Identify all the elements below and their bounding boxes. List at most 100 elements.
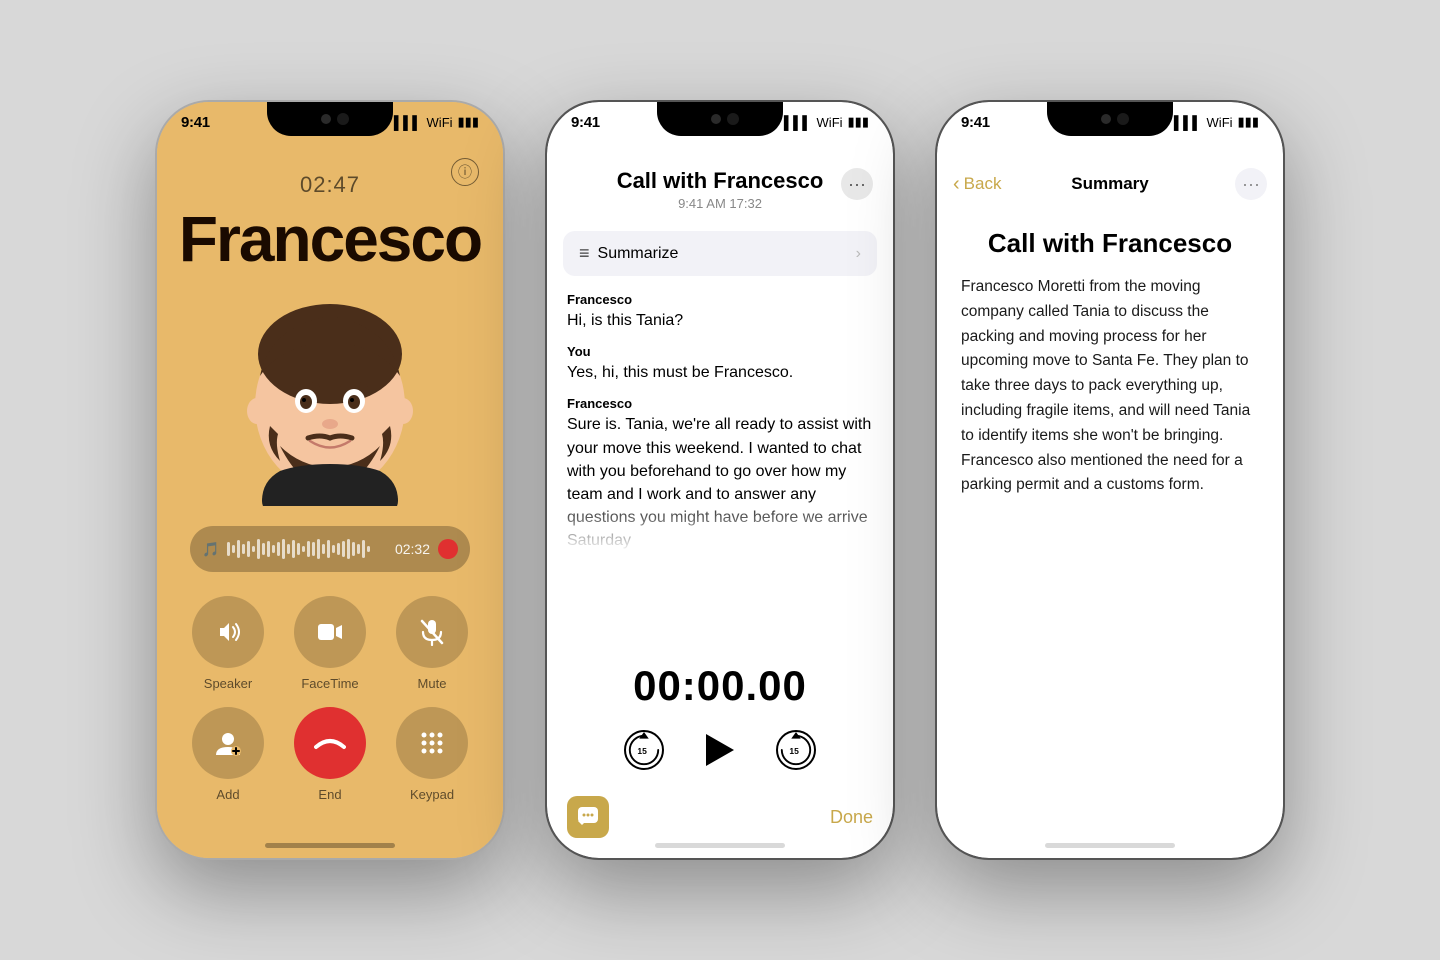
status-time-2: 9:41 <box>571 114 600 131</box>
summary-screen: 9:41 ▌▌▌ WiFi ▮▮▮ ‹ Back Summary ··· Cal… <box>937 102 1283 858</box>
svg-text:15: 15 <box>637 746 647 756</box>
message-text-1: Yes, hi, this must be Francesco. <box>567 361 873 384</box>
notch-camera-2 <box>727 113 739 125</box>
home-indicator-1 <box>265 843 395 848</box>
summarize-left: ≡ Summarize <box>579 243 678 264</box>
forward-button[interactable]: 15 <box>774 728 818 772</box>
keypad-button[interactable]: Keypad <box>396 707 468 802</box>
chevron-left-icon: ‹ <box>953 173 960 196</box>
call-buttons-row-1: Speaker FaceTime <box>192 596 468 691</box>
recording-indicator <box>438 539 458 559</box>
message-1: You Yes, hi, this must be Francesco. <box>567 344 873 384</box>
speaker-icon <box>192 596 264 668</box>
rewind-icon: 15 <box>624 730 664 770</box>
forward-icon: 15 <box>776 730 816 770</box>
summarize-label: Summarize <box>598 245 679 263</box>
message-text-0: Hi, is this Tania? <box>567 309 873 332</box>
play-button[interactable] <box>694 724 746 776</box>
keypad-icon <box>396 707 468 779</box>
notch-dot-1 <box>321 114 331 124</box>
signal-icon-2: ▌▌▌ <box>784 115 812 130</box>
signal-icon-3: ▌▌▌ <box>1174 115 1202 130</box>
battery-icon-3: ▮▮▮ <box>1238 114 1259 130</box>
battery-icon-1: ▮▮▮ <box>458 114 479 130</box>
summary-content: Call with Francesco Francesco Moretti fr… <box>937 212 1283 858</box>
done-button[interactable]: Done <box>830 807 873 828</box>
status-time-1: 9:41 <box>181 114 210 131</box>
facetime-icon <box>294 596 366 668</box>
transcript-title: Call with Francesco <box>617 168 824 194</box>
summary-nav-title: Summary <box>1071 174 1148 194</box>
back-label: Back <box>964 174 1002 194</box>
call-timer: 02:47 <box>300 172 360 198</box>
mute-icon <box>396 596 468 668</box>
waveform <box>227 538 387 560</box>
info-button[interactable]: ⓘ <box>451 158 479 186</box>
end-label: End <box>318 787 341 802</box>
status-icons-1: ▌▌▌ WiFi ▮▮▮ <box>394 114 479 130</box>
status-icons-3: ▌▌▌ WiFi ▮▮▮ <box>1174 114 1259 130</box>
speaker-button[interactable]: Speaker <box>192 596 264 691</box>
end-button[interactable]: End <box>294 707 366 802</box>
status-icons-2: ▌▌▌ WiFi ▮▮▮ <box>784 114 869 130</box>
summarize-button[interactable]: ≡ Summarize › <box>563 231 877 276</box>
transcript-messages: Francesco Hi, is this Tania? You Yes, hi… <box>547 276 893 662</box>
wifi-icon-1: WiFi <box>427 115 453 130</box>
home-indicator-3 <box>1045 843 1175 848</box>
status-time-3: 9:41 <box>961 114 990 131</box>
phone-3: 9:41 ▌▌▌ WiFi ▮▮▮ ‹ Back Summary ··· Cal… <box>935 100 1285 860</box>
sender-1: You <box>567 344 873 359</box>
summarize-icon: ≡ <box>579 243 590 264</box>
notch-camera-1 <box>337 113 349 125</box>
call-buttons-row-2: Add End <box>192 707 468 802</box>
chat-icon-button[interactable] <box>567 796 609 838</box>
end-icon <box>294 707 366 779</box>
notch-camera-3 <box>1117 113 1129 125</box>
facetime-label: FaceTime <box>301 676 358 691</box>
wifi-icon-2: WiFi <box>817 115 843 130</box>
notch-dot-2 <box>711 114 721 124</box>
recording-timer: 02:32 <box>395 541 430 557</box>
sender-0: Francesco <box>567 292 873 307</box>
back-button[interactable]: ‹ Back <box>953 173 1001 196</box>
phone-2: 9:41 ▌▌▌ WiFi ▮▮▮ Call with Francesco 9:… <box>545 100 895 860</box>
facetime-button[interactable]: FaceTime <box>294 596 366 691</box>
notch-1 <box>267 102 393 136</box>
phone-1: 9:41 ▌▌▌ WiFi ▮▮▮ ⓘ 02:47 Francesco <box>155 100 505 860</box>
mute-label: Mute <box>418 676 447 691</box>
mute-button[interactable]: Mute <box>396 596 468 691</box>
transcript-subtitle: 9:41 AM 17:32 <box>678 196 762 211</box>
more-icon: ··· <box>848 174 866 195</box>
summary-more-button[interactable]: ··· <box>1235 168 1267 200</box>
play-icon <box>706 734 734 766</box>
playback-section: 00:00.00 15 <box>547 662 893 786</box>
message-text-2: Sure is. Tania, we're all ready to assis… <box>567 413 873 552</box>
rewind-button[interactable]: 15 <box>622 728 666 772</box>
signal-icon-1: ▌▌▌ <box>394 115 422 130</box>
notch-2 <box>657 102 783 136</box>
summary-title: Call with Francesco <box>961 228 1259 259</box>
speaker-label: Speaker <box>204 676 252 691</box>
add-button[interactable]: Add <box>192 707 264 802</box>
message-0: Francesco Hi, is this Tania? <box>567 292 873 332</box>
transcript-screen: 9:41 ▌▌▌ WiFi ▮▮▮ Call with Francesco 9:… <box>547 102 893 858</box>
playback-timer: 00:00.00 <box>633 662 807 710</box>
battery-icon-2: ▮▮▮ <box>848 114 869 130</box>
add-label: Add <box>216 787 239 802</box>
transcript-more-button[interactable]: ··· <box>841 168 873 200</box>
svg-text:15: 15 <box>789 746 799 756</box>
recording-bar: 🎵 <box>190 526 470 572</box>
message-2: Francesco Sure is. Tania, we're all read… <box>567 396 873 552</box>
add-icon <box>192 707 264 779</box>
playback-controls: 15 15 <box>622 724 818 776</box>
notch-dot-3 <box>1101 114 1111 124</box>
summarize-chevron-icon: › <box>856 245 861 263</box>
home-indicator-2 <box>655 843 785 848</box>
caller-name: Francesco <box>179 202 481 276</box>
keypad-label: Keypad <box>410 787 454 802</box>
wifi-icon-3: WiFi <box>1207 115 1233 130</box>
summary-body: Francesco Moretti from the moving compan… <box>961 275 1259 498</box>
summary-more-icon: ··· <box>1242 174 1260 195</box>
caller-avatar <box>220 286 440 506</box>
sender-2: Francesco <box>567 396 873 411</box>
